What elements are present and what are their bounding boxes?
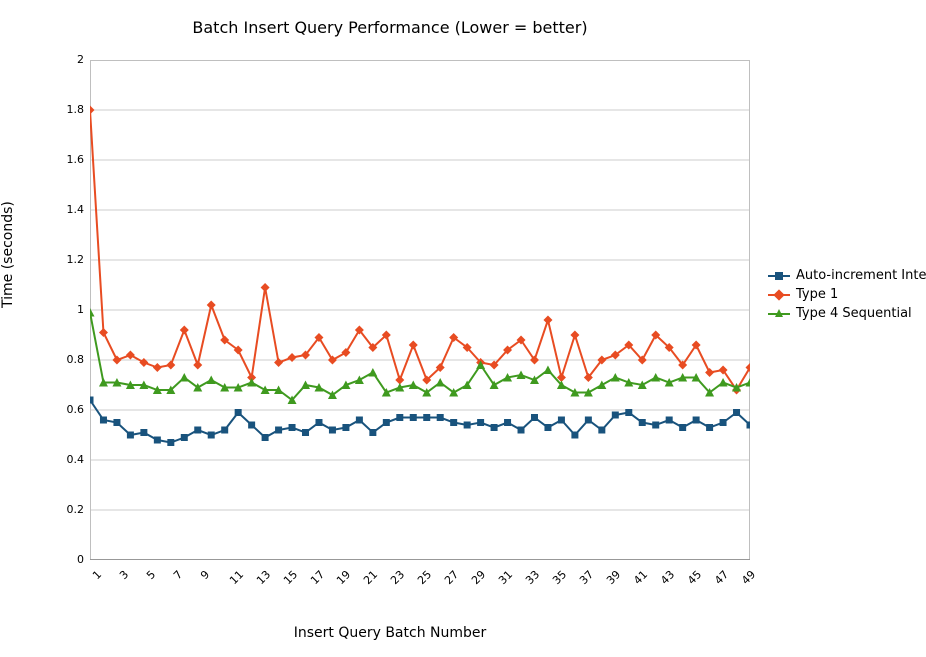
y-tick: 2 (52, 53, 84, 66)
legend-swatch-diamond (768, 290, 790, 300)
x-tick: 37 (577, 568, 596, 587)
x-tick: 21 (361, 568, 380, 587)
legend-swatch-square (768, 271, 790, 281)
y-tick: 0.4 (52, 453, 84, 466)
x-tick: 15 (281, 568, 300, 587)
y-tick: 1.6 (52, 153, 84, 166)
legend-item-type4: Type 4 Sequential (768, 306, 926, 321)
x-tick: 5 (144, 568, 158, 582)
x-tick: 1 (90, 568, 104, 582)
legend-item-auto-increment: Auto-increment Integer (768, 268, 926, 283)
legend-swatch-triangle (768, 309, 790, 319)
y-tick: 1.8 (52, 103, 84, 116)
x-tick: 9 (198, 568, 212, 582)
chart-title: Batch Insert Query Performance (Lower = … (0, 18, 780, 37)
y-tick: 1.2 (52, 253, 84, 266)
x-tick: 7 (171, 568, 185, 582)
x-tick: 19 (335, 568, 354, 587)
y-tick: 0.2 (52, 503, 84, 516)
legend: Auto-increment Integer Type 1 Type 4 Seq… (768, 268, 926, 325)
x-tick: 17 (308, 568, 327, 587)
x-tick: 13 (254, 568, 273, 587)
x-tick: 31 (496, 568, 515, 587)
x-tick: 49 (739, 568, 758, 587)
x-tick: 43 (658, 568, 677, 587)
x-tick: 27 (442, 568, 461, 587)
legend-label: Type 4 Sequential (796, 306, 912, 321)
plot-area (90, 60, 750, 560)
x-axis-label: Insert Query Batch Number (0, 625, 780, 641)
x-tick: 45 (685, 568, 704, 587)
y-tick: 0 (52, 553, 84, 566)
chart-svg (90, 60, 750, 560)
y-tick: 0.8 (52, 353, 84, 366)
y-tick: 1.4 (52, 203, 84, 216)
x-tick: 33 (523, 568, 542, 587)
x-tick: 29 (469, 568, 488, 587)
y-tick: 1 (52, 303, 84, 316)
x-tick: 23 (388, 568, 407, 587)
x-tick: 41 (631, 568, 650, 587)
y-tick: 0.6 (52, 403, 84, 416)
x-tick: 39 (604, 568, 623, 587)
legend-label: Type 1 (796, 287, 838, 302)
legend-item-type1: Type 1 (768, 287, 926, 302)
legend-label: Auto-increment Integer (796, 268, 926, 283)
x-tick: 35 (550, 568, 569, 587)
y-axis-label: Time (seconds) (0, 201, 16, 308)
x-tick: 25 (415, 568, 434, 587)
chart-container: Batch Insert Query Performance (Lower = … (0, 0, 926, 657)
x-tick: 47 (712, 568, 731, 587)
x-tick: 3 (117, 568, 131, 582)
x-tick: 11 (227, 568, 246, 587)
